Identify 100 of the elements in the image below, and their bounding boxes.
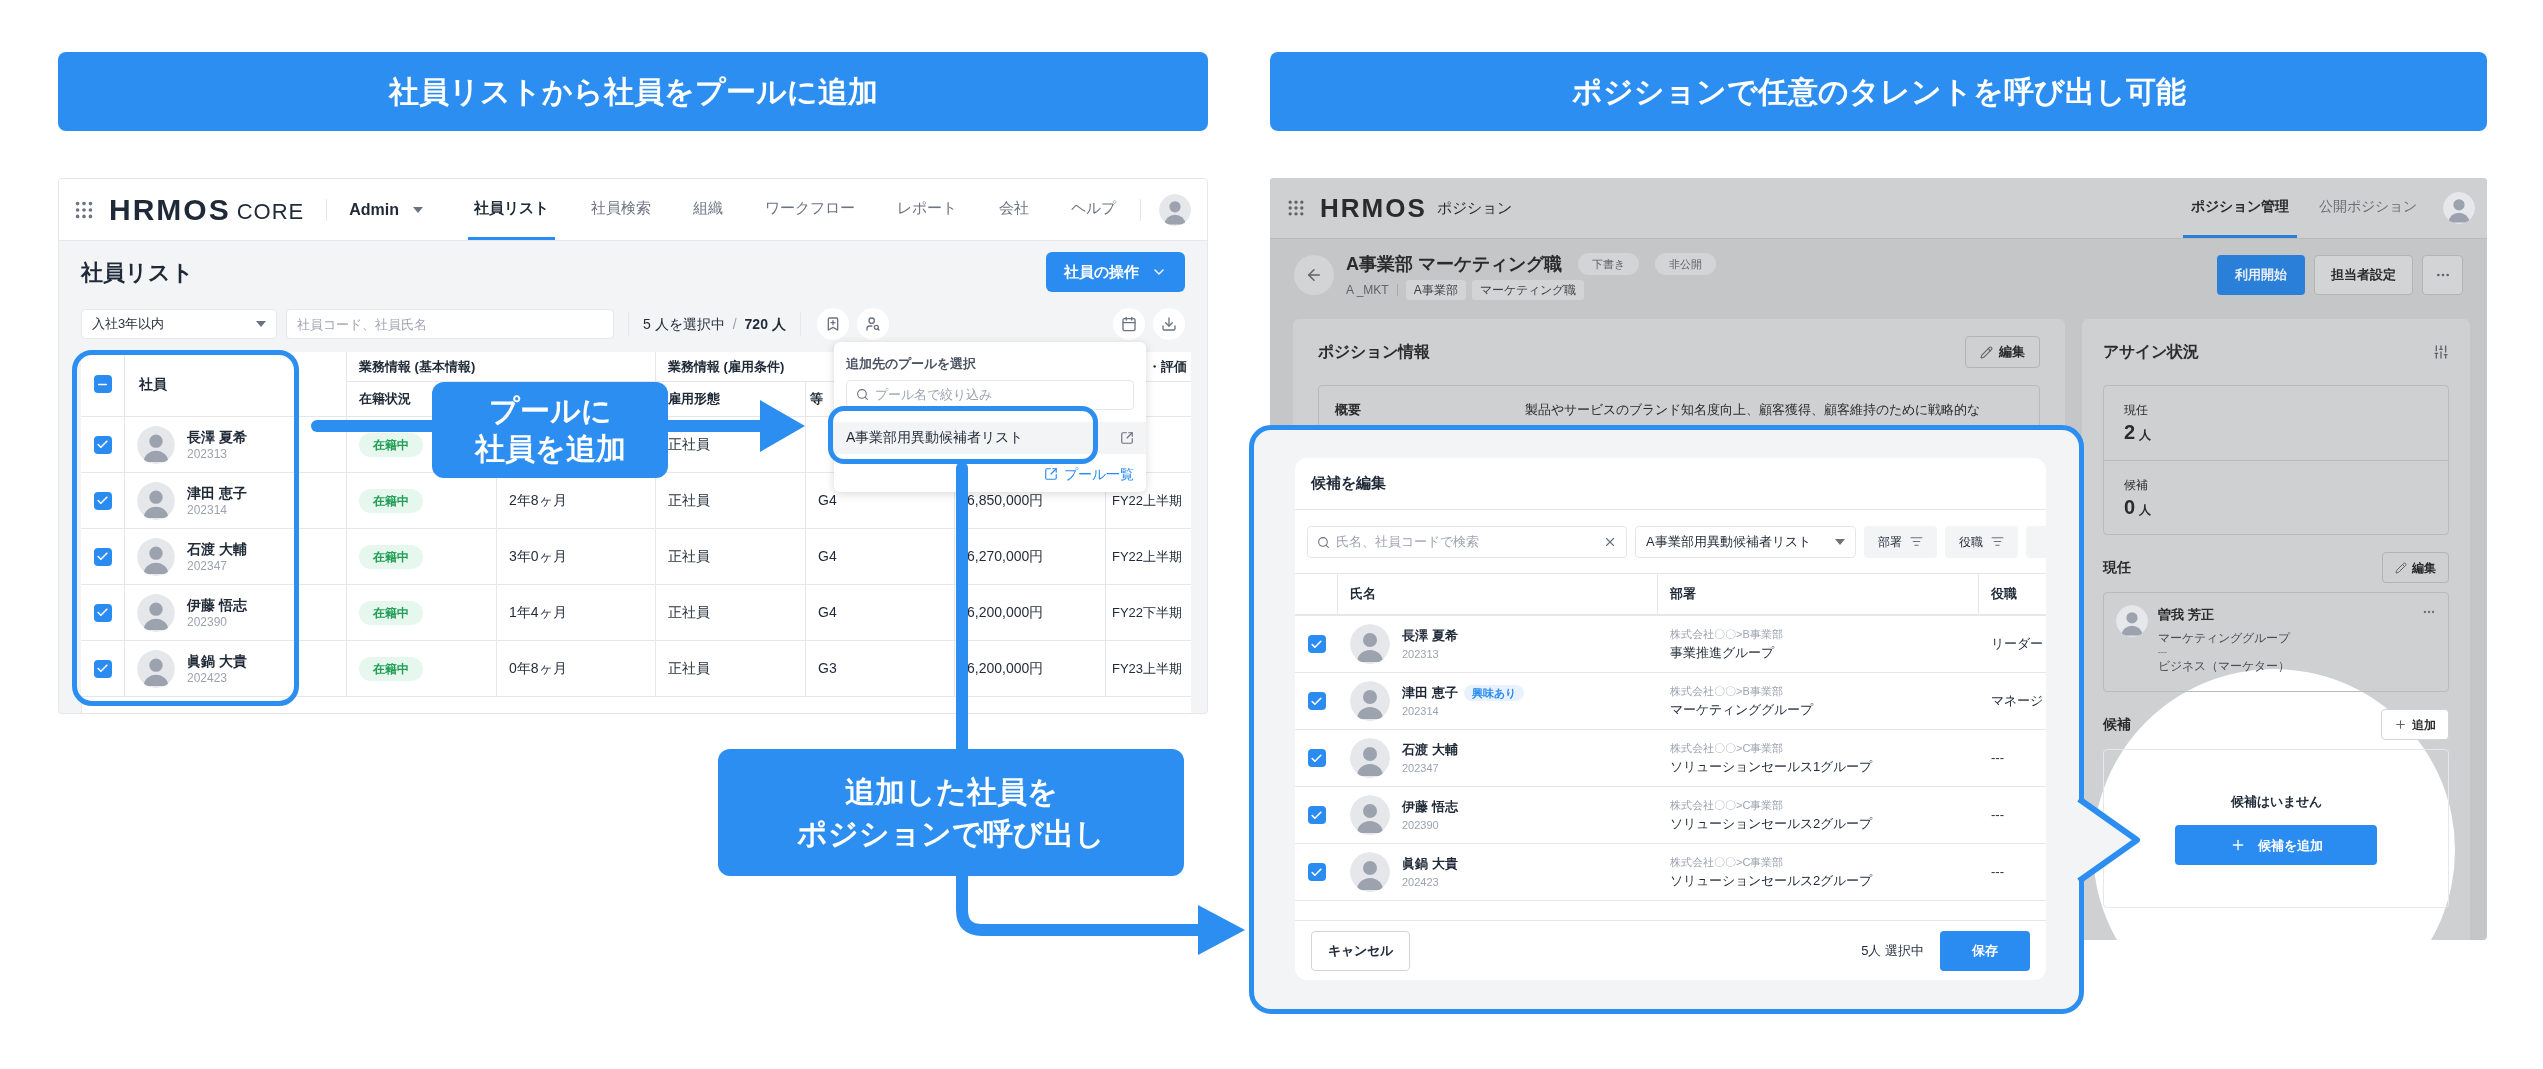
pool-select[interactable]: A事業部用異動候補者リスト: [1635, 525, 1856, 558]
checkbox[interactable]: [1307, 806, 1326, 824]
banner: ポジションで任意のタレントを呼び出し可能: [1270, 52, 2487, 131]
assignee-button[interactable]: 担当者設定: [2314, 255, 2413, 295]
table-cell-text: 6,200,000円: [967, 603, 1044, 622]
check-icon: [1310, 751, 1323, 765]
pool-search-field[interactable]: プール名で絞り込み: [846, 379, 1134, 410]
column-header: 氏名: [1350, 585, 1376, 604]
nav-tab[interactable]: レポート: [891, 179, 963, 240]
check-icon: [1310, 637, 1323, 651]
checkbox[interactable]: [1307, 635, 1326, 653]
callout: プールに 社員を追加: [432, 382, 668, 478]
banner: 社員リストから社員をプールに追加: [58, 52, 1208, 131]
checkbox[interactable]: [93, 547, 112, 566]
column-header: 役職: [1991, 585, 2017, 604]
field-label: 概要: [1335, 401, 1362, 420]
search-field[interactable]: 氏名、社員コードで検索: [1307, 525, 1627, 558]
avatar: [137, 481, 175, 520]
download-button[interactable]: [1153, 308, 1185, 340]
avatar: [137, 537, 175, 576]
table-cell-text: 正社員: [668, 603, 710, 622]
position-title: A事業部 マーケティング職: [1346, 252, 1562, 276]
search-field[interactable]: 社員コード、社員氏名: [286, 309, 614, 339]
employee-code: 202423: [187, 669, 229, 686]
nav-tab[interactable]: 社員リスト: [468, 179, 555, 240]
checkbox[interactable]: [93, 659, 112, 678]
pencil-icon: [1980, 345, 1993, 359]
employee-code: 202347: [187, 557, 229, 574]
table-cell-text: FY22上半期: [1112, 491, 1183, 510]
check-icon: [96, 662, 109, 675]
callout: 追加した社員を ポジションで呼び出し: [718, 749, 1184, 876]
employee-name: 眞鍋 大貴: [187, 651, 247, 670]
person-role: ビジネス（マーケター）: [2158, 657, 2290, 675]
nav-tab[interactable]: 組織: [687, 179, 729, 240]
edit-button[interactable]: 編集: [2382, 552, 2449, 583]
checkbox[interactable]: [93, 603, 112, 622]
search-icon: [856, 387, 869, 401]
checkbox[interactable]: [1307, 749, 1326, 767]
calendar-button[interactable]: [1113, 308, 1145, 340]
group-header: ・評価: [1148, 357, 1187, 376]
column-header: 雇用形態: [668, 390, 720, 409]
column-header: 部署: [1670, 585, 1696, 604]
person-button[interactable]: [856, 308, 889, 340]
separator: /: [732, 314, 737, 334]
employee-code: 202347: [1402, 760, 1440, 776]
check-icon: [96, 606, 109, 619]
employee-name: 石渡 大輔: [1402, 741, 1458, 759]
caret-icon: [413, 206, 423, 213]
pool-item[interactable]: A事業部用異動候補者リスト: [834, 421, 1146, 454]
status-badge: 在籍中: [359, 656, 423, 681]
stat-unit: 人: [2139, 427, 2152, 444]
account-menu[interactable]: Admin: [349, 197, 423, 222]
table-cell-text: FY22上半期: [1112, 547, 1183, 566]
group-header: 業務情報 (雇用条件): [668, 357, 785, 376]
checkbox[interactable]: [93, 435, 112, 454]
sliders-icon[interactable]: [2433, 344, 2449, 360]
stat-label: 現任: [2124, 402, 2149, 419]
checkbox[interactable]: [1307, 863, 1326, 881]
table-cell-text: 6,200,000円: [967, 659, 1044, 678]
bookmark-add-button[interactable]: [816, 308, 849, 340]
filter-chip[interactable]: 部署: [1864, 525, 1937, 558]
logo: HRMOS: [1320, 191, 1427, 225]
table-cell-text: 2年8ヶ月: [509, 491, 567, 510]
nav-tab[interactable]: ワークフロー: [759, 179, 861, 240]
nav-tab[interactable]: 社員検索: [585, 179, 657, 240]
filter-chip[interactable]: 役職: [1945, 525, 2018, 558]
position-tag: マーケティング職: [1471, 279, 1584, 300]
checkbox[interactable]: [93, 491, 112, 510]
table-cell: G4: [805, 585, 954, 641]
status-badge: 下書き: [1578, 252, 1639, 276]
group-header: 業務情報 (基本情報): [359, 357, 476, 376]
nav-tab[interactable]: 公開ポジション: [2311, 178, 2425, 238]
checkbox[interactable]: [1307, 692, 1326, 710]
nav-tab[interactable]: ヘルプ: [1065, 179, 1122, 240]
employee-name: 長澤 夏希: [1402, 627, 1458, 645]
avatar: [2116, 605, 2148, 637]
avatar: [1350, 795, 1390, 835]
add-button[interactable]: 追加: [2381, 709, 2449, 740]
employee-name: 伊藤 悟志: [1402, 798, 1458, 816]
apps-icon[interactable]: [1286, 198, 1306, 218]
employee-code: 202314: [1402, 703, 1440, 719]
pool-list-link[interactable]: プール一覧: [1044, 463, 1134, 485]
external-link-icon: [1044, 467, 1058, 481]
field-value: 製品やサービスのブランド知名度向上、顧客獲得、顧客維持のために戦略的な: [1525, 401, 1980, 420]
start-button[interactable]: 利用開始: [2217, 255, 2305, 295]
cancel-button[interactable]: キャンセル: [1311, 930, 1410, 971]
role: リーダー: [1991, 635, 2043, 654]
check-icon: [96, 494, 109, 507]
person-detail: ---: [2158, 646, 2168, 657]
status-badge: 在籍中: [359, 600, 423, 625]
table-cell-text: 正社員: [668, 659, 710, 678]
back-button[interactable]: [1294, 255, 1334, 295]
nav-tab[interactable]: 会社: [993, 179, 1035, 240]
edit-button[interactable]: 編集: [1965, 336, 2040, 368]
filter-select[interactable]: 入社3年以内: [81, 309, 277, 339]
check-icon: [1310, 865, 1323, 879]
department: マーケティンググループ: [1670, 700, 1815, 719]
nav-tab[interactable]: ポジション管理: [2183, 178, 2297, 238]
page-title: 社員リスト: [81, 258, 194, 287]
select-all-checkbox[interactable]: [93, 375, 112, 393]
